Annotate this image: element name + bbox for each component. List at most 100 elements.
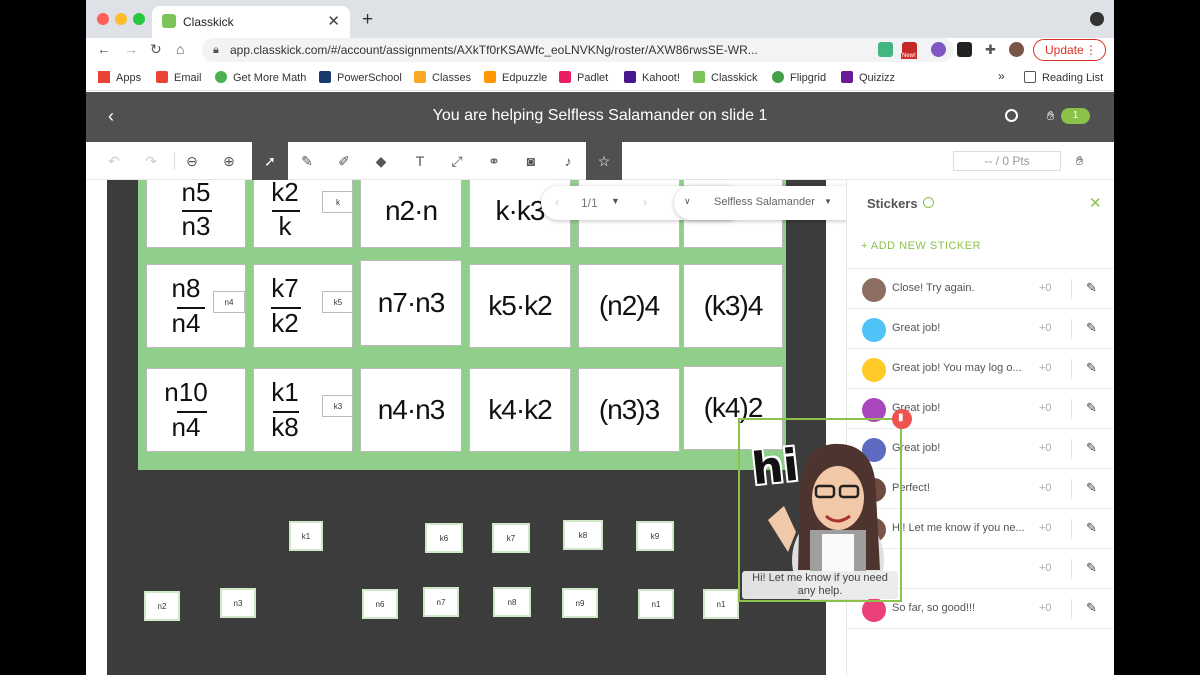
maximize-window-dot[interactable] — [133, 13, 145, 25]
answer-tile[interactable]: k9 — [636, 521, 674, 551]
card-r3c2[interactable]: k1 k8 k3 — [253, 368, 353, 452]
edit-pencil-icon[interactable]: ✎ — [1086, 600, 1097, 616]
edit-pencil-icon[interactable]: ✎ — [1086, 560, 1097, 576]
edit-pencil-icon[interactable]: ✎ — [1086, 480, 1097, 496]
answer-tile[interactable]: k6 — [425, 523, 463, 553]
back-arrow-icon[interactable]: ← — [97, 41, 111, 57]
card-r2c4[interactable]: k5·k2 — [469, 264, 571, 348]
extension-new-icon[interactable]: New! — [901, 42, 917, 59]
link-icon[interactable]: ⚭ — [476, 142, 512, 180]
reading-list[interactable]: Reading List — [1024, 71, 1103, 84]
sticker-star-icon[interactable]: ☆ — [586, 142, 622, 180]
reload-icon[interactable]: ↻ — [150, 41, 162, 58]
hand-count-badge[interactable]: 1 — [1061, 108, 1090, 124]
answer-tile[interactable]: k1 — [289, 521, 323, 551]
info-icon[interactable] — [923, 197, 934, 208]
points-field[interactable]: -- / 0 Pts — [953, 151, 1061, 171]
microphone-icon[interactable]: ♪ — [550, 142, 586, 180]
answer-tile[interactable]: n6 — [362, 589, 398, 619]
next-page-chevron-icon[interactable]: › — [643, 195, 647, 209]
extension-dark-icon[interactable] — [957, 42, 972, 57]
bookmark-powerschool[interactable]: PowerSchool — [319, 71, 402, 84]
eraser-icon[interactable]: ◆ — [363, 142, 399, 180]
placed-answer-tile[interactable]: k3 — [322, 395, 352, 417]
bookmark-padlet[interactable]: Padlet — [559, 71, 608, 84]
minimize-window-dot[interactable] — [115, 13, 127, 25]
select-pointer-icon[interactable]: ➚ — [252, 142, 288, 180]
add-new-sticker-button[interactable]: + ADD NEW STICKER — [861, 240, 981, 252]
text-tool-icon[interactable]: T — [402, 142, 438, 180]
answer-tile[interactable]: n1 — [638, 589, 674, 619]
close-window-dot[interactable] — [97, 13, 109, 25]
card-r1c2[interactable]: k2 k k — [253, 180, 353, 248]
answer-tile[interactable]: n9 — [562, 588, 598, 618]
highlighter-icon[interactable]: ✐ — [326, 142, 362, 180]
card-r3c5[interactable]: (n3)3 — [578, 368, 680, 452]
bookmark-kahoot[interactable]: Kahoot! — [624, 71, 680, 84]
chevron-down-icon[interactable]: ∨ — [684, 196, 691, 207]
timer-icon[interactable] — [1005, 109, 1018, 122]
zoom-in-icon[interactable]: ⊕ — [211, 142, 247, 180]
answer-tile[interactable]: k8 — [563, 520, 603, 550]
answer-tile[interactable]: n3 — [220, 588, 256, 618]
extension-green-icon[interactable] — [878, 42, 893, 57]
edit-pencil-icon[interactable]: ✎ — [1086, 360, 1097, 376]
hand-tool-icon[interactable]: ✋︎ — [1076, 153, 1083, 169]
bookmark-get-more-math[interactable]: Get More Math — [215, 71, 306, 84]
card-r2c6[interactable]: (k3)4 — [683, 264, 783, 348]
profile-avatar[interactable] — [1009, 42, 1024, 57]
delete-sticker-icon[interactable]: ▮ — [892, 409, 912, 429]
bookmark-edpuzzle[interactable]: Edpuzzle — [484, 71, 547, 84]
card-r3c4[interactable]: k4·k2 — [469, 368, 571, 452]
camera-icon[interactable]: ◙ — [513, 142, 549, 180]
slide-canvas[interactable]: n5 n3 k2 k k n2·n k·k3 n8 n4 n4 k7 k2 k5… — [86, 180, 846, 675]
extension-heart-icon[interactable] — [931, 42, 946, 57]
sticker-row[interactable]: Great job! You may log o... +0 ✎ — [847, 349, 1114, 389]
address-bar[interactable]: 🔒︎ app.classkick.com/#/account/assignmen… — [202, 38, 954, 62]
browser-tab[interactable]: Classkick ✕ — [152, 6, 350, 38]
card-r3c1[interactable]: n10 n4 — [146, 368, 246, 452]
edit-pencil-icon[interactable]: ✎ — [1086, 400, 1097, 416]
page-dropdown-icon[interactable]: ▼ — [611, 196, 620, 206]
close-panel-icon[interactable]: ✕ — [1089, 194, 1102, 212]
edit-pencil-icon[interactable]: ✎ — [1086, 520, 1097, 536]
bookmark-quizizz[interactable]: Quizizz — [841, 71, 895, 84]
raised-hand-icon[interactable]: ✋︎ — [1047, 108, 1054, 124]
answer-tile[interactable]: k7 — [492, 523, 530, 553]
bookmark-classes[interactable]: Classes — [414, 71, 471, 84]
edit-pencil-icon[interactable]: ✎ — [1086, 440, 1097, 456]
undo-icon[interactable]: ↶ — [96, 142, 132, 180]
update-button[interactable]: Update ⋮ — [1033, 39, 1106, 61]
answer-tile[interactable]: n2 — [144, 591, 180, 621]
answer-tile[interactable]: n8 — [493, 587, 531, 617]
tab-search-icon[interactable] — [1090, 12, 1104, 26]
card-r3c3[interactable]: n4·n3 — [360, 368, 462, 452]
card-r2c3[interactable]: n7·n3 — [360, 260, 462, 346]
prev-page-chevron-icon[interactable]: ‹ — [555, 195, 559, 209]
line-tool-icon[interactable]: ⤢ — [439, 142, 475, 180]
bookmark-classkick[interactable]: Classkick — [693, 71, 757, 84]
edit-pencil-icon[interactable]: ✎ — [1086, 280, 1097, 296]
answer-tile[interactable]: n7 — [423, 587, 459, 617]
card-r1c3[interactable]: n2·n — [360, 180, 462, 248]
answer-tile[interactable]: n1 — [703, 589, 739, 619]
slide[interactable]: n5 n3 k2 k k n2·n k·k3 n8 n4 n4 k7 k2 k5… — [107, 180, 826, 675]
redo-icon[interactable]: ↷ — [133, 142, 169, 180]
placed-answer-tile[interactable]: k5 — [322, 291, 352, 313]
bookmarks-overflow-icon[interactable]: » — [998, 69, 1005, 83]
card-r2c5[interactable]: (n2)4 — [578, 264, 680, 348]
new-tab-icon[interactable]: + — [362, 9, 373, 31]
placed-answer-tile[interactable]: k — [322, 191, 352, 213]
bookmark-email[interactable]: Email — [156, 71, 202, 84]
pen-icon[interactable]: ✎ — [289, 142, 325, 180]
sticker-row[interactable]: Great job! +0 ✎ — [847, 309, 1114, 349]
bookmark-flipgrid[interactable]: Flipgrid — [772, 71, 826, 84]
card-r2c2[interactable]: k7 k2 k5 — [253, 264, 353, 348]
forward-arrow-icon[interactable]: → — [124, 41, 138, 57]
card-r1c1[interactable]: n5 n3 — [146, 180, 246, 248]
zoom-out-icon[interactable]: ⊖ — [174, 142, 210, 180]
home-icon[interactable]: ⌂ — [176, 41, 184, 57]
tab-close-icon[interactable]: ✕ — [327, 12, 340, 30]
bookmark-apps[interactable]: Apps — [98, 71, 141, 84]
student-dropdown-icon[interactable]: ▼ — [824, 197, 832, 206]
